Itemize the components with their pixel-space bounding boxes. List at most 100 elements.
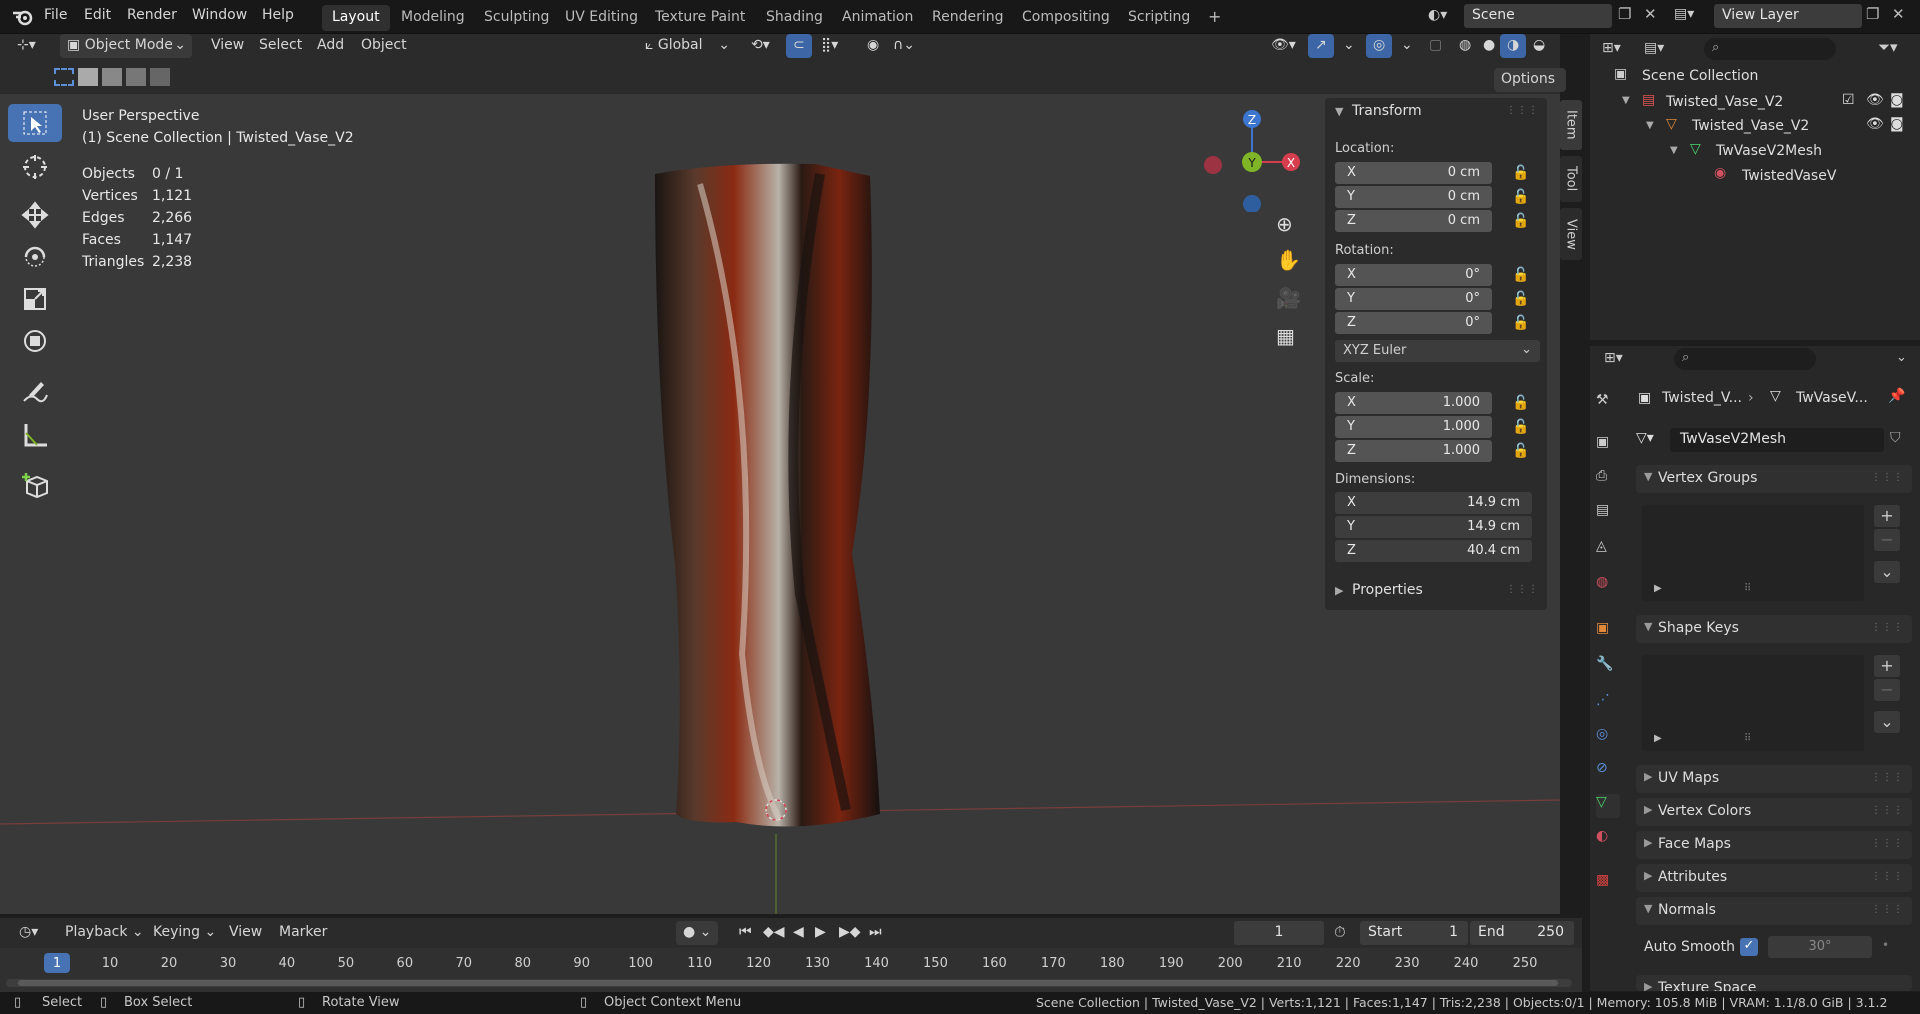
particle-properties-icon[interactable]: ⋰ — [1596, 692, 1620, 716]
scale-y-field[interactable]: Y 1.000 — [1335, 416, 1492, 438]
mesh-data-properties-icon[interactable]: ▽ — [1596, 794, 1620, 818]
proportional-edit-icon[interactable]: ◉ — [860, 34, 886, 58]
material-shading-icon[interactable]: ◑ — [1500, 34, 1526, 58]
transform-panel-title[interactable]: Transform — [1352, 103, 1422, 119]
rotation-mode-dropdown[interactable]: XYZ Euler ⌄ — [1335, 340, 1540, 362]
outliner-editor-type-icon[interactable]: ⊞▾ — [1602, 40, 1621, 56]
tab-item[interactable]: Item — [1560, 100, 1582, 150]
snap-toggle-icon[interactable]: ⊂ — [786, 34, 812, 58]
output-properties-icon[interactable]: ⎙ — [1596, 468, 1620, 492]
lock-icon[interactable]: 🔓 — [1512, 395, 1530, 411]
new-scene-icon[interactable]: ❐ — [1618, 5, 1631, 23]
menu-edit[interactable]: Edit — [84, 7, 111, 23]
tab-modeling[interactable]: Modeling — [391, 5, 475, 31]
camera-view-icon[interactable]: 🎥 — [1276, 286, 1301, 310]
breadcrumb-object[interactable]: Twisted_V... — [1662, 390, 1742, 406]
view-layer-field[interactable]: View Layer — [1714, 4, 1862, 28]
menu-help[interactable]: Help — [262, 7, 294, 23]
filter-icon[interactable]: ⏷▾ — [1878, 38, 1898, 56]
auto-smooth-angle-field[interactable]: 30° — [1768, 936, 1872, 958]
outliner-mesh[interactable]: TwVaseV2Mesh — [1716, 143, 1822, 159]
section-normals[interactable]: ▼ Normals ⋮⋮⋮ — [1636, 897, 1912, 925]
rotation-x-field[interactable]: X 0° — [1335, 264, 1492, 286]
tab-sculpting[interactable]: Sculpting — [474, 5, 559, 31]
timeline-menu-view[interactable]: View — [222, 921, 269, 945]
view-layer-properties-icon[interactable]: ▤ — [1596, 502, 1620, 526]
tab-view[interactable]: View — [1560, 208, 1582, 260]
navigation-gizmo[interactable]: Z X Y — [1195, 102, 1305, 212]
visibility-icon[interactable]: 👁▾ — [1264, 34, 1303, 58]
measure-tool[interactable] — [8, 416, 62, 454]
render-properties-icon[interactable]: ▣ — [1596, 434, 1620, 458]
material-properties-icon[interactable]: ◐ — [1596, 828, 1620, 852]
add-vertex-group-button[interactable]: + — [1874, 505, 1900, 527]
shape-keys-list[interactable]: ▶ ⠿ — [1642, 655, 1864, 751]
xray-icon[interactable]: ▢ — [1422, 34, 1449, 58]
vertex-group-specials-button[interactable]: ⌄ — [1874, 561, 1900, 583]
tab-animation[interactable]: Animation — [832, 5, 923, 31]
gizmo-neg-z-axis[interactable] — [1243, 195, 1261, 212]
gizmo-dropdown-icon[interactable]: ⌄ — [1336, 34, 1362, 58]
options-button[interactable]: Options ⌄ — [1494, 68, 1566, 103]
snap-target-icon[interactable]: ⣿▾ — [814, 34, 845, 58]
menu-view[interactable]: View — [204, 34, 251, 58]
falloff-icon[interactable]: ∩⌄ — [886, 34, 922, 58]
overlay-toggle-icon[interactable]: ◎ — [1366, 34, 1392, 58]
object-properties-icon[interactable]: ▣ — [1596, 620, 1620, 644]
select-new-icon[interactable] — [54, 68, 74, 86]
lock-icon[interactable]: 🔓 — [1512, 267, 1530, 283]
properties-editor-type-icon[interactable]: ⊞▾ — [1604, 350, 1623, 366]
tool-settings-icon[interactable]: ⚒ — [1596, 392, 1620, 416]
delete-view-layer-icon[interactable]: ✕ — [1892, 5, 1905, 23]
modifier-properties-icon[interactable]: 🔧 — [1596, 656, 1620, 680]
tab-texture-paint[interactable]: Texture Paint — [645, 5, 755, 31]
eye-icon[interactable]: 👁 — [1866, 92, 1884, 108]
texture-properties-icon[interactable]: ▩ — [1596, 872, 1620, 896]
pin-icon[interactable]: 📌 — [1888, 388, 1905, 404]
panel-drag-handle-icon[interactable]: ⋮⋮⋮ — [1506, 105, 1539, 116]
rotate-tool[interactable] — [8, 238, 62, 276]
timeline-menu-keying[interactable]: Keying ⌄ — [146, 921, 223, 945]
auto-smooth-checkbox[interactable]: ✓ — [1740, 938, 1758, 956]
shape-key-specials-button[interactable]: ⌄ — [1874, 711, 1900, 733]
jump-start-icon[interactable]: ⏮ — [732, 921, 759, 945]
scale-x-field[interactable]: X 1.000 — [1335, 392, 1492, 414]
move-tool[interactable] — [8, 196, 62, 234]
timeline-menu-playback[interactable]: Playback ⌄ — [58, 921, 151, 945]
select-box-tool[interactable] — [8, 104, 62, 142]
rotation-z-field[interactable]: Z 0° — [1335, 312, 1492, 334]
lock-icon[interactable]: 🔓 — [1512, 189, 1530, 205]
lock-icon[interactable]: 🔓 — [1512, 443, 1530, 459]
section-texture-space[interactable]: ▶ Texture Space — [1636, 975, 1912, 991]
view-layer-browse-icon[interactable]: ▤▾ — [1674, 6, 1694, 22]
rendered-shading-icon[interactable]: ◒ — [1526, 34, 1552, 58]
dimensions-x-field[interactable]: X 14.9 cm — [1335, 492, 1532, 514]
constraint-properties-icon[interactable]: ⊘ — [1596, 760, 1620, 784]
menu-add[interactable]: Add — [310, 34, 351, 58]
lock-icon[interactable]: 🔓 — [1512, 291, 1530, 307]
panel-drag-handle-icon[interactable]: ⋮⋮⋮ — [1506, 584, 1539, 595]
pivot-point-icon[interactable]: ⟲▾ — [744, 34, 777, 58]
properties-panel-title[interactable]: Properties — [1352, 582, 1423, 598]
timeline-editor-type-icon[interactable]: ◷▾ — [12, 921, 45, 945]
menu-object[interactable]: Object — [354, 34, 414, 58]
properties-search-input[interactable]: ⌕ — [1674, 348, 1816, 370]
animate-property-icon[interactable]: • — [1882, 938, 1889, 952]
scene-name-field[interactable]: Scene — [1464, 4, 1612, 28]
breadcrumb-mesh[interactable]: TwVaseV... — [1796, 390, 1868, 406]
scale-tool[interactable] — [8, 280, 62, 318]
outliner-scene-collection[interactable]: Scene Collection — [1642, 68, 1758, 84]
vase-model[interactable] — [655, 163, 880, 827]
scale-z-field[interactable]: Z 1.000 — [1335, 440, 1492, 462]
section-face-maps[interactable]: ▶ Face Maps ⋮⋮⋮ — [1636, 831, 1912, 859]
scrollbar-thumb[interactable] — [18, 980, 1558, 986]
tab-uv-editing[interactable]: UV Editing — [555, 5, 648, 31]
solid-shading-icon[interactable]: ● — [1476, 34, 1502, 58]
stopwatch-icon[interactable]: ⏱ — [1334, 923, 1346, 941]
scene-properties-icon[interactable]: ◬ — [1596, 538, 1620, 562]
select-extend-icon[interactable] — [78, 68, 98, 86]
mesh-browse-icon[interactable]: ▽▾ — [1636, 430, 1654, 446]
camera-icon[interactable]: ◙ — [1890, 116, 1904, 132]
select-intersect-icon[interactable] — [150, 68, 170, 86]
list-resize-handle-icon[interactable]: ⠿ — [1744, 733, 1751, 744]
